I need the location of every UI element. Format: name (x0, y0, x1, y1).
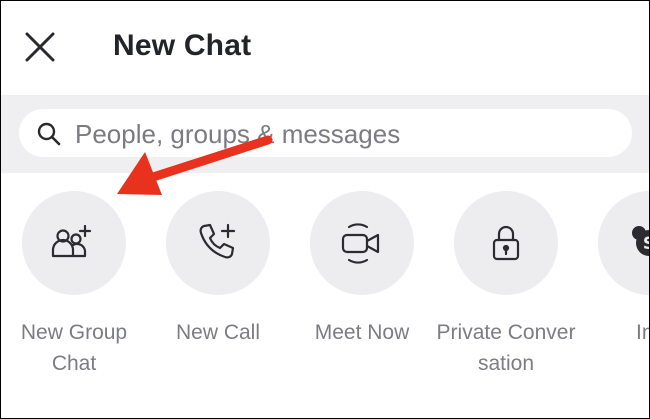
new-call-button[interactable]: New Call (145, 191, 291, 348)
search-input[interactable]: People, groups & messages (19, 109, 632, 157)
action-label: Private Conversation (436, 321, 576, 375)
action-circle (22, 191, 126, 295)
page-title: New Chat (113, 29, 252, 62)
new-chat-screen: New Chat People, groups & messages New G… (0, 0, 650, 419)
action-label: Meet Now (314, 321, 410, 344)
lock-icon (492, 225, 520, 261)
action-circle (310, 191, 414, 295)
close-button[interactable] (22, 29, 58, 65)
quick-actions-row: New Group Chat New Call Meet Now Private… (1, 173, 649, 418)
private-conversation-button[interactable]: Private Conversation (433, 191, 579, 379)
group-add-icon (51, 224, 92, 258)
skype-icon: S (632, 226, 650, 256)
new-group-chat-button[interactable]: New Group Chat (1, 191, 147, 379)
search-bar-area: People, groups & messages (1, 95, 649, 173)
search-icon (37, 122, 61, 146)
header: New Chat (1, 1, 649, 95)
action-circle (454, 191, 558, 295)
action-label: New Call (175, 321, 261, 344)
close-icon (25, 32, 55, 62)
action-circle: S (598, 191, 650, 295)
phone-add-icon (199, 223, 236, 259)
search-placeholder: People, groups & messages (75, 119, 401, 149)
meet-now-button[interactable]: Meet Now (289, 191, 435, 348)
action-circle (166, 191, 270, 295)
svg-text:S: S (643, 234, 650, 254)
invite-button[interactable]: S Inv (577, 191, 650, 348)
action-label: Inv (635, 321, 649, 344)
action-label: New Group Chat (20, 321, 128, 375)
video-camera-icon (341, 223, 380, 264)
